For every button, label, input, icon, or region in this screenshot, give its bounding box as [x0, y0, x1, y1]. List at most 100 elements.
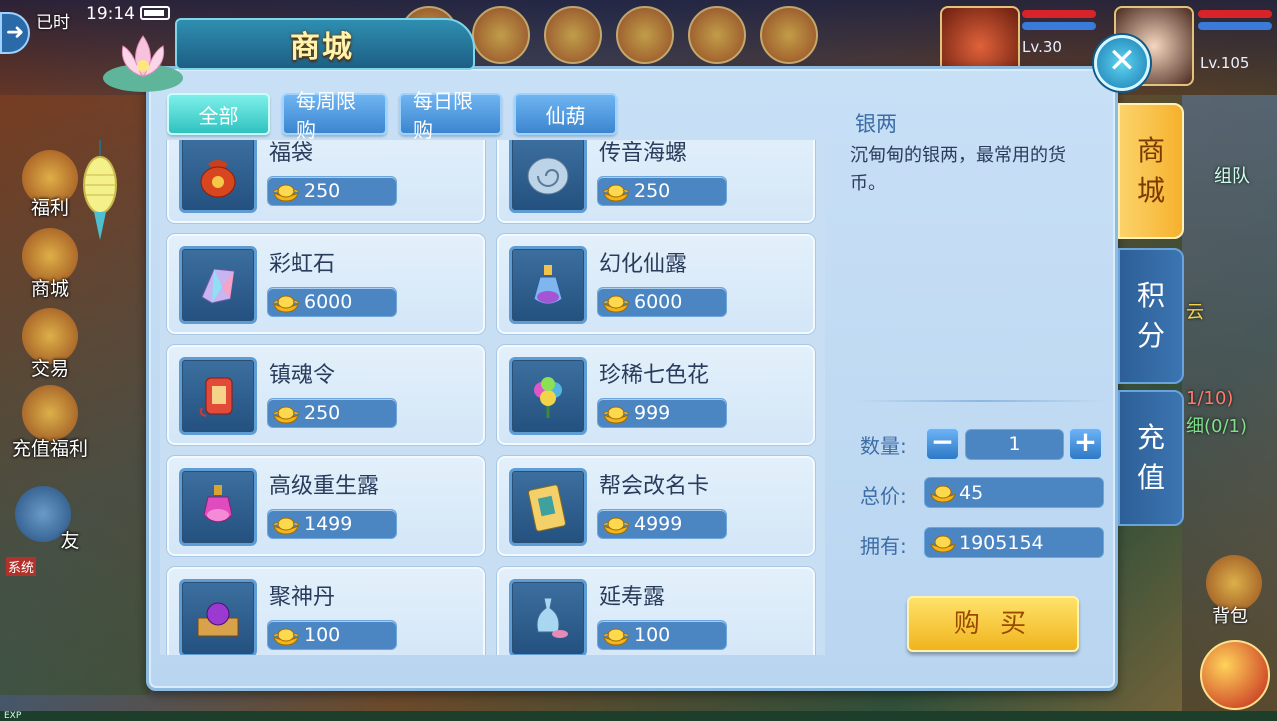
potion-bottle-icon: [533, 265, 563, 305]
shop-item-7[interactable]: 帮会改名卡 4999: [497, 456, 815, 556]
quantity-increase-button[interactable]: +: [1068, 427, 1103, 461]
lantern-ornament-icon: [83, 140, 117, 240]
item-price: 250: [634, 180, 671, 202]
item-price-box: 999: [597, 398, 727, 428]
hud-recharge-label[interactable]: 充值福利: [0, 434, 100, 461]
item-name: 聚神丹: [269, 585, 336, 610]
lotus-ornament-icon: [103, 35, 183, 92]
shop-item-1[interactable]: 传音海螺 250: [497, 140, 815, 223]
quantity-decrease-button[interactable]: −: [925, 427, 960, 461]
side-tab-recharge[interactable]: 充 值: [1118, 390, 1184, 526]
longevity-vase-icon: [536, 597, 568, 638]
battery-icon: [140, 6, 170, 20]
tab-xian-hu[interactable]: 仙葫: [514, 93, 617, 135]
detail-item-name: 银两: [855, 112, 897, 136]
total-price-box: 45: [924, 477, 1104, 508]
rebirth-potion-icon: [203, 485, 233, 523]
item-price: 250: [304, 402, 341, 424]
item-price-box: 6000: [267, 287, 397, 317]
shop-item-3[interactable]: 幻化仙露 6000: [497, 234, 815, 334]
tab-all[interactable]: 全部: [167, 93, 270, 135]
item-icon-frame: [509, 357, 587, 435]
hud-welfare-label[interactable]: 福利: [10, 193, 90, 220]
total-price-label: 总价:: [860, 484, 907, 508]
clock-time: 19:14: [86, 4, 135, 24]
activity-icon[interactable]: [544, 6, 602, 64]
gold-ingot-icon: [930, 485, 956, 503]
detail-divider: [856, 400, 1106, 402]
close-icon[interactable]: ✕: [1094, 35, 1150, 91]
side-tab-mall-label-bottom: 城: [1136, 174, 1165, 207]
hud-trade-label[interactable]: 交易: [10, 354, 90, 381]
gold-ingot-icon: [272, 295, 300, 313]
bag-label[interactable]: 背包: [1212, 602, 1248, 628]
side-tab-points[interactable]: 积 分: [1118, 248, 1184, 384]
item-icon-frame: [509, 468, 587, 546]
activity-icon[interactable]: [616, 6, 674, 64]
activity-icon[interactable]: [472, 6, 530, 64]
item-price: 1499: [304, 513, 353, 535]
gold-ingot-icon: [602, 295, 630, 313]
item-icon-frame: [179, 357, 257, 435]
owned-label: 拥有:: [860, 534, 907, 558]
item-name: 福袋: [269, 141, 314, 166]
gold-ingot-icon: [272, 517, 300, 535]
side-tab-mall-label-top: 商: [1136, 134, 1165, 167]
team-label[interactable]: 组队: [1214, 162, 1250, 188]
item-price: 100: [634, 624, 671, 646]
guild-rename-card-icon: [528, 484, 566, 532]
item-price-box: 1499: [267, 509, 397, 539]
shop-item-9[interactable]: 延寿露 100: [497, 567, 815, 655]
tab-daily-limit[interactable]: 每日限购: [399, 89, 502, 142]
spirit-pill-box-icon: [197, 602, 239, 637]
shop-item-2[interactable]: 彩虹石 6000: [167, 234, 485, 334]
side-tab-points-label-bottom: 分: [1136, 319, 1165, 352]
quantity-field[interactable]: 1: [965, 429, 1064, 460]
pet-hp-bar: [1022, 10, 1096, 18]
player-hp-bar: [1198, 10, 1272, 18]
side-tab-points-label-top: 积: [1136, 279, 1165, 312]
gold-ingot-icon: [272, 184, 300, 202]
system-chat-tag: 系统: [6, 557, 37, 576]
item-list[interactable]: 福袋 250 传音海螺 250 彩虹石 6000 幻化仙露 6000 镇魂令 2…: [160, 140, 825, 655]
rainbow-stone-icon: [201, 268, 235, 304]
recharge-icon[interactable]: [22, 385, 78, 441]
owned-box: 1905154: [924, 527, 1104, 558]
shop-item-4[interactable]: 镇魂令 250: [167, 345, 485, 445]
activity-icon[interactable]: [688, 6, 746, 64]
shop-item-0[interactable]: 福袋 250: [167, 140, 485, 223]
item-icon-frame: [179, 468, 257, 546]
item-price-box: 4999: [597, 509, 727, 539]
gold-ingot-icon: [602, 406, 630, 424]
gold-ingot-icon: [272, 628, 300, 646]
item-price-box: 100: [597, 620, 727, 650]
hud-mall-label[interactable]: 商城: [10, 274, 90, 301]
item-price: 4999: [634, 513, 683, 535]
shop-item-8[interactable]: 聚神丹 100: [167, 567, 485, 655]
item-name: 高级重生露: [269, 474, 380, 499]
item-name: 传音海螺: [599, 141, 688, 166]
shop-title: 商城: [290, 30, 354, 65]
item-icon-frame: [179, 579, 257, 655]
exp-bar: [0, 711, 1277, 721]
tab-weekly-limit[interactable]: 每周限购: [282, 89, 387, 142]
quest-progress-2: 细(0/1): [1186, 416, 1248, 437]
item-icon-frame: [509, 140, 587, 213]
activity-icon[interactable]: [760, 6, 818, 64]
quest-progress: 1/10): [1186, 388, 1234, 409]
item-price-box: 250: [267, 398, 397, 428]
item-price: 100: [304, 624, 341, 646]
side-tab-recharge-label-top: 充: [1136, 421, 1165, 454]
player-level: Lv.105: [1200, 54, 1250, 72]
gold-ingot-icon: [272, 406, 300, 424]
side-tab-mall[interactable]: 商 城: [1118, 103, 1184, 239]
item-price: 6000: [634, 291, 683, 313]
hud-friends-label[interactable]: 友: [40, 526, 100, 553]
item-name: 珍稀七色花: [599, 363, 710, 388]
gold-ingot-icon: [602, 517, 630, 535]
buy-button[interactable]: 购 买: [907, 596, 1079, 652]
shop-item-6[interactable]: 高级重生露 1499: [167, 456, 485, 556]
pet-level: Lv.30: [1022, 38, 1062, 56]
yin-yang-icon[interactable]: [1200, 640, 1270, 710]
shop-item-5[interactable]: 珍稀七色花 999: [497, 345, 815, 445]
